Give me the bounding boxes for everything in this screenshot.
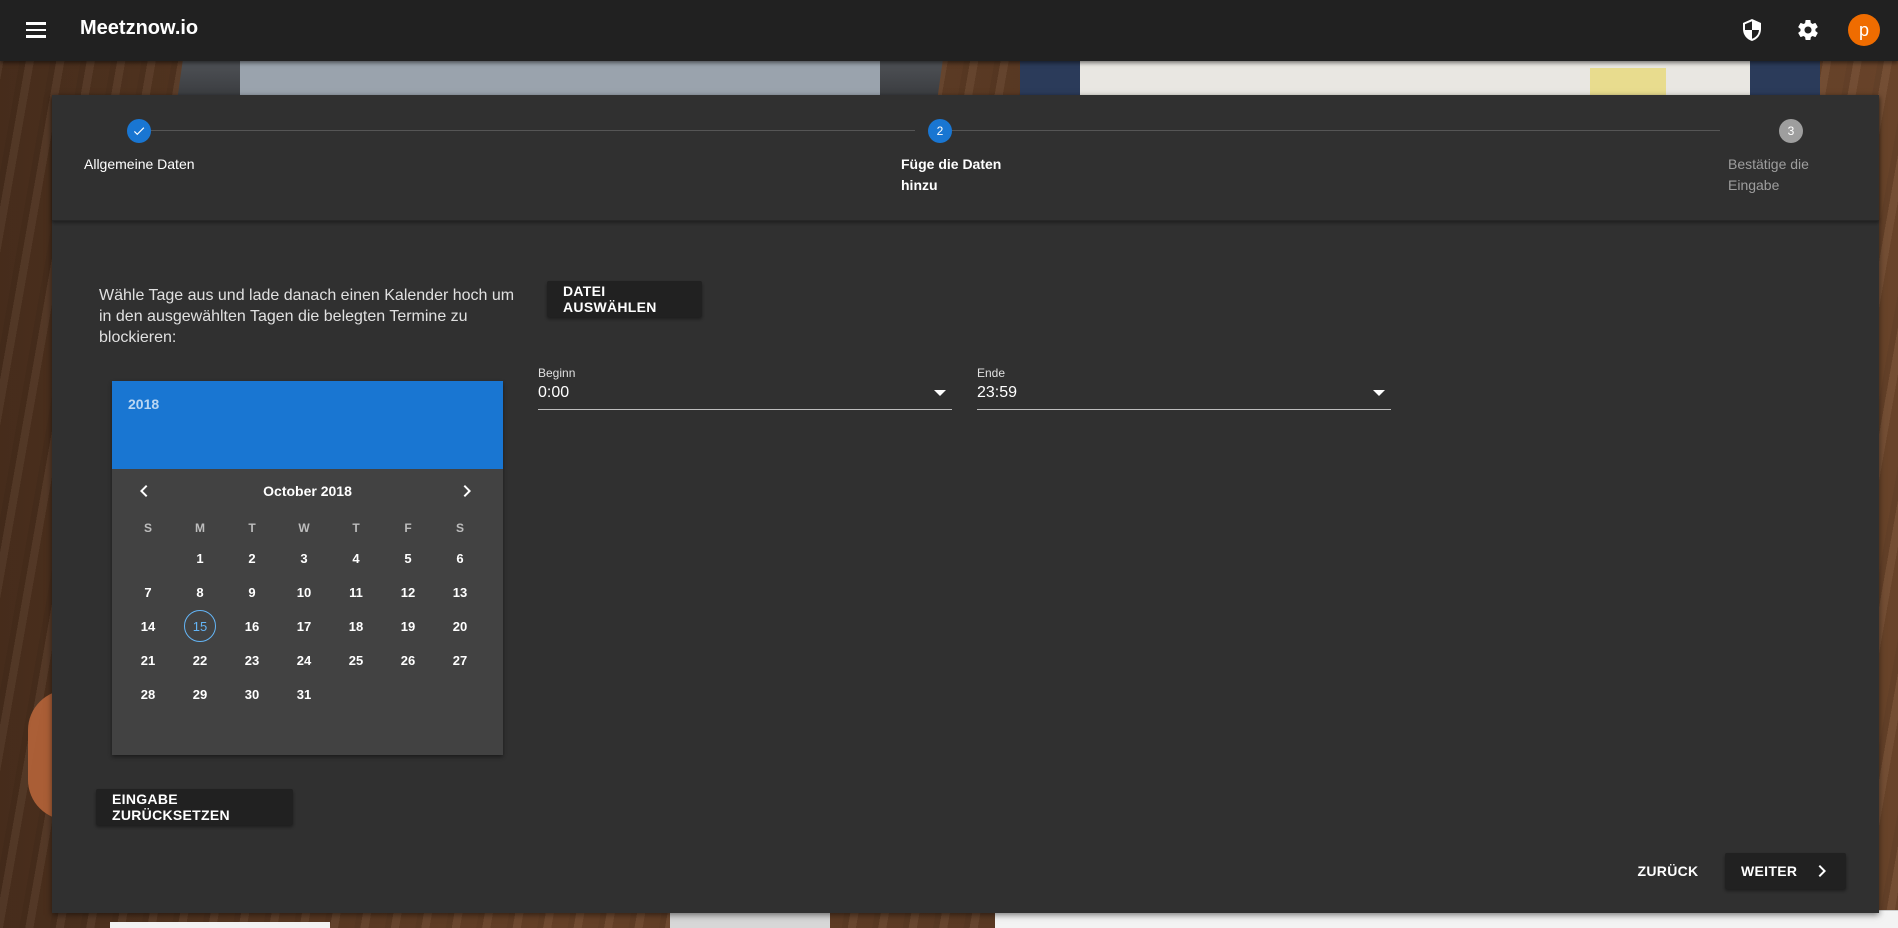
reset-input-button[interactable]: EINGABE ZURÜCKSETZEN <box>96 789 293 825</box>
shield-icon[interactable] <box>1736 14 1768 46</box>
stepper-connector <box>952 130 1720 131</box>
calendar-day[interactable]: 12 <box>392 576 424 608</box>
calendar-day[interactable]: 10 <box>288 576 320 608</box>
calendar-day[interactable]: 27 <box>444 644 476 676</box>
calendar-day[interactable]: 1 <box>184 542 216 574</box>
calendar-day[interactable]: 22 <box>184 644 216 676</box>
calendar-day[interactable]: 16 <box>236 610 268 642</box>
step-1-check-icon[interactable] <box>127 119 151 143</box>
calendar-day[interactable]: 5 <box>392 542 424 574</box>
end-time-label: Ende <box>977 366 1006 380</box>
calendar-day[interactable]: 19 <box>392 610 424 642</box>
step-1-label[interactable]: Allgemeine Daten <box>84 154 195 175</box>
calendar-day[interactable]: 11 <box>340 576 372 608</box>
calendar-day[interactable]: 2 <box>236 542 268 574</box>
step-2-label-line1: Füge die Daten <box>901 156 1002 172</box>
background-device <box>670 912 830 928</box>
gear-icon[interactable] <box>1792 14 1824 46</box>
end-time-select[interactable]: Ende 23:59 <box>977 366 1391 410</box>
weekday-label: S <box>143 521 152 535</box>
weekday-label: S <box>455 521 464 535</box>
calendar-day[interactable]: 4 <box>340 542 372 574</box>
dropdown-arrow-icon <box>1373 390 1385 396</box>
step-3-label-line1: Bestätige die <box>1728 156 1809 172</box>
step-3-label-line2: Eingabe <box>1728 177 1780 193</box>
calendar-day[interactable]: 13 <box>444 576 476 608</box>
begin-time-label: Beginn <box>538 366 576 380</box>
calendar-day[interactable]: 6 <box>444 542 476 574</box>
user-avatar[interactable]: p <box>1848 14 1880 46</box>
app-actions: p <box>1736 14 1880 46</box>
dropdown-arrow-icon <box>934 390 946 396</box>
calendar-day[interactable]: 14 <box>132 610 164 642</box>
calendar-week-row: 21 22 23 24 25 26 27 <box>112 643 503 677</box>
calendar-day[interactable]: 30 <box>236 678 268 710</box>
next-button-label: WEITER <box>1741 863 1798 879</box>
main-card: Allgemeine Daten 2 Füge die Daten hinzu … <box>52 95 1879 913</box>
app-title: Meetznow.io <box>80 17 199 39</box>
date-picker-year[interactable]: 2018 <box>128 396 487 412</box>
end-time-value: 23:59 <box>977 384 1018 401</box>
calendar-day[interactable]: 7 <box>132 576 164 608</box>
weekday-label: T <box>352 521 360 535</box>
calendar-day[interactable]: 18 <box>340 610 372 642</box>
calendar-day[interactable]: 24 <box>288 644 320 676</box>
menu-icon[interactable] <box>24 18 48 42</box>
instructions-text: Wähle Tage aus und lade danach einen Kal… <box>99 287 515 346</box>
date-picker: 2018 October 2018 S M T W T F S 12345 6 … <box>112 381 503 755</box>
weekday-label: W <box>298 521 310 535</box>
begin-time-value: 0:00 <box>538 384 570 401</box>
calendar-day-today[interactable]: 15 <box>184 610 216 642</box>
calendar-day[interactable]: 8 <box>184 576 216 608</box>
calendar-day[interactable]: 21 <box>132 644 164 676</box>
step-2-number[interactable]: 2 <box>928 119 952 143</box>
date-picker-days: 1 2 3 4 5 6 7 8 9 10 11 12 13 14 15 16 17 18 19 20 21 22 23 24 2… <box>112 541 503 711</box>
calendar-week-row: 123456 <box>112 541 503 575</box>
weekday-label: T <box>248 521 256 535</box>
calendar-day[interactable]: 20 <box>444 610 476 642</box>
background-card <box>110 922 330 928</box>
date-picker-nav: October 2018 <box>112 469 503 513</box>
calendar-day[interactable]: 23 <box>236 644 268 676</box>
step-3-label[interactable]: Bestätige die Eingabe <box>1728 154 1809 196</box>
calendar-week-row: 14 15 16 17 18 19 20 <box>112 609 503 643</box>
chevron-right-icon[interactable] <box>455 479 479 503</box>
begin-time-select[interactable]: Beginn 0:00 <box>538 366 952 410</box>
stepper: Allgemeine Daten 2 Füge die Daten hinzu … <box>52 95 1879 221</box>
app-bar: Meetznow.io p <box>0 0 1898 61</box>
calendar-week-row: 28 29 30 31 <box>112 677 503 711</box>
calendar-day[interactable]: 3 <box>288 542 320 574</box>
date-picker-month: October 2018 <box>263 483 352 499</box>
calendar-day[interactable]: 9 <box>236 576 268 608</box>
calendar-day[interactable]: 29 <box>184 678 216 710</box>
step-content: Wähle Tage aus und lade danach einen Kal… <box>52 221 1879 911</box>
chevron-left-icon[interactable] <box>132 479 156 503</box>
next-button[interactable]: WEITER <box>1725 853 1846 889</box>
select-file-button[interactable]: DATEI AUSWÄHLEN <box>547 281 702 317</box>
weekday-label: F <box>404 521 412 535</box>
weekday-label: M <box>195 521 205 535</box>
step-2-label-line2: hinzu <box>901 177 938 193</box>
calendar-day[interactable]: 25 <box>340 644 372 676</box>
step-2-label[interactable]: Füge die Daten hinzu <box>901 154 1001 196</box>
chevron-right-icon <box>1810 859 1834 886</box>
calendar-day[interactable]: 26 <box>392 644 424 676</box>
step-3-number[interactable]: 3 <box>1779 119 1803 143</box>
back-button[interactable]: ZURÜCK <box>1625 853 1711 889</box>
calendar-week-row: 7 8 9 10 11 12 13 <box>112 575 503 609</box>
calendar-day[interactable]: 31 <box>288 678 320 710</box>
weekday-header: S M T W T F S <box>112 515 503 541</box>
calendar-day[interactable]: 28 <box>132 678 164 710</box>
stepper-connector <box>139 130 915 131</box>
date-picker-header: 2018 <box>112 381 503 469</box>
calendar-day[interactable]: 17 <box>288 610 320 642</box>
